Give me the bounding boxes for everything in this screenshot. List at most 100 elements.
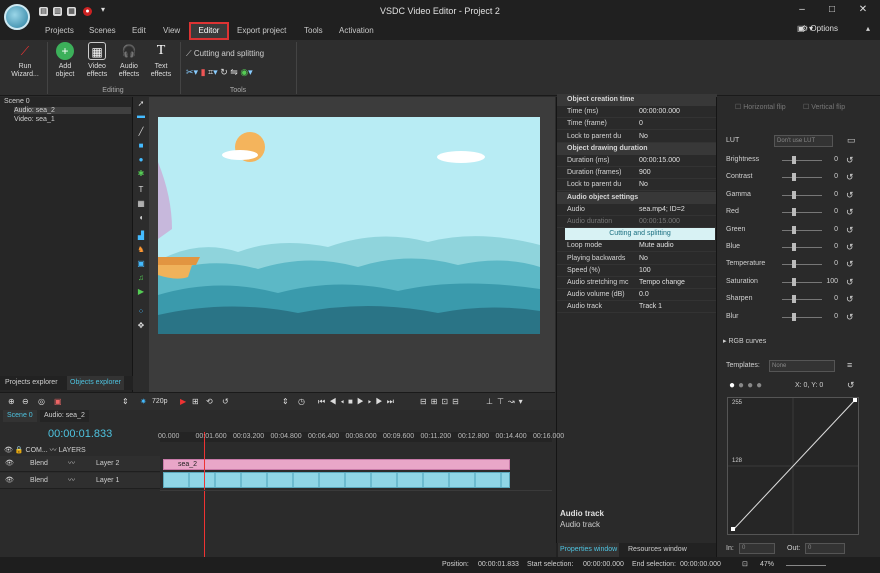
audio-icon[interactable]: ♫	[136, 273, 146, 283]
maximize-icon[interactable]: □	[825, 4, 839, 16]
adjustment-slider[interactable]	[782, 264, 822, 266]
go-start-icon[interactable]: ⏮	[318, 397, 329, 406]
menu-view[interactable]: View	[157, 22, 186, 40]
zoom-slider[interactable]	[786, 565, 826, 566]
cutting-splitting-property-button[interactable]: Cutting and splitting	[565, 228, 715, 241]
reset-icon[interactable]: ↺	[846, 206, 854, 218]
slider-knob[interactable]	[792, 208, 796, 217]
property-row[interactable]: Duration (frames) 900	[557, 167, 717, 180]
speech-bubble-icon[interactable]: ◖	[136, 213, 146, 223]
text-effects-button[interactable]: T Text effects	[146, 42, 176, 79]
visibility-icon[interactable]: 👁	[5, 456, 14, 472]
split-track-icon[interactable]: ⊤	[497, 397, 508, 406]
close-icon[interactable]: ✕	[856, 4, 870, 16]
visibility-icon[interactable]: 👁	[5, 473, 14, 489]
next-frame-icon[interactable]: ▸	[368, 397, 376, 406]
tab-resources-window[interactable]: Resources window	[628, 543, 687, 557]
channel-blue-icon[interactable]: ●	[756, 380, 765, 391]
property-row[interactable]: Time (ms) 00:00:00.000	[557, 106, 717, 119]
adjustment-value[interactable]: 0	[824, 224, 838, 236]
lut-select[interactable]: Don't use LUT	[774, 135, 833, 147]
slider-knob[interactable]	[792, 173, 796, 182]
line-icon[interactable]: ╱	[136, 127, 146, 137]
property-value[interactable]: Tempo change	[639, 277, 685, 288]
rgb-curves-header[interactable]: ▸ RGB curves	[723, 337, 766, 345]
split-icon[interactable]: ✂	[186, 67, 194, 77]
adjustment-value[interactable]: 0	[824, 189, 838, 201]
adjustment-value[interactable]: 0	[824, 171, 838, 183]
rgb-curve-editor[interactable]: 255 128	[727, 397, 859, 535]
align-icon[interactable]: ⊥	[486, 397, 497, 406]
property-row[interactable]: Lock to parent du No	[557, 179, 717, 192]
adjustment-slider[interactable]	[782, 212, 822, 214]
blend-select[interactable]: Blend	[30, 456, 48, 472]
video-icon[interactable]: ▶	[136, 287, 146, 297]
pointer-icon[interactable]: ➚	[136, 99, 146, 109]
menu-projects[interactable]: Projects	[39, 22, 80, 40]
dropdown-icon[interactable]: ▾	[194, 67, 199, 77]
layer-row-1[interactable]: 👁 Blend 〰 Layer 1	[0, 473, 160, 489]
preview-canvas[interactable]	[158, 117, 540, 334]
dropdown-icon[interactable]: ▾	[248, 67, 253, 77]
adjustment-slider[interactable]	[782, 316, 822, 318]
tree-item-video[interactable]: Video: sea_1	[14, 116, 55, 123]
property-value[interactable]: 00:00:00.000	[639, 106, 680, 117]
tab-projects-explorer[interactable]: Projects explorer	[2, 376, 61, 390]
sprite-icon[interactable]: ♞	[136, 245, 146, 255]
adjustment-value[interactable]: 0	[824, 206, 838, 218]
speed-icon[interactable]: ◉	[240, 67, 248, 77]
menu-editor[interactable]: Editor	[189, 22, 229, 40]
property-row[interactable]: Time (frame) 0	[557, 118, 717, 131]
rectangle-icon[interactable]: ■	[136, 141, 146, 151]
tab-objects-explorer[interactable]: Objects explorer	[67, 376, 124, 390]
property-value[interactable]: 0	[639, 118, 643, 129]
fit-icon[interactable]: ◎	[38, 396, 45, 408]
marker-icon[interactable]: ▮	[201, 67, 206, 77]
reset-icon[interactable]: ↺	[846, 311, 854, 323]
in-input[interactable]: 0	[739, 543, 775, 554]
slider-knob[interactable]	[792, 277, 796, 286]
adjustment-value[interactable]: 0	[824, 258, 838, 270]
reset-icon[interactable]: ↺	[846, 224, 854, 236]
record-small-icon[interactable]: ▶	[180, 396, 186, 408]
reset-icon[interactable]: ↺	[846, 241, 854, 253]
options-button[interactable]: ⚙ Options	[801, 24, 838, 33]
vertical-flip-checkbox[interactable]: ☐ Vertical flip	[803, 103, 845, 111]
ellipse-icon[interactable]: ●	[136, 155, 146, 165]
property-value[interactable]: Mute audio	[639, 240, 674, 251]
play-icon[interactable]: ▶	[357, 397, 368, 406]
list-icon[interactable]: ≡	[847, 360, 852, 370]
clock-icon[interactable]: ◷	[298, 396, 305, 408]
slider-knob[interactable]	[792, 225, 796, 234]
dropdown-icon[interactable]: ▾	[213, 67, 218, 77]
stop-icon[interactable]: ■	[348, 397, 357, 406]
channel-red-icon[interactable]: ●	[738, 380, 747, 391]
slider-knob[interactable]	[792, 312, 796, 321]
property-value[interactable]: No	[639, 253, 648, 264]
property-row[interactable]: Audio duration 00:00:15.000	[557, 216, 717, 228]
step-back-icon[interactable]: ◀	[329, 397, 340, 406]
audio-wave-icon[interactable]: 〰	[68, 473, 75, 489]
gear-small-icon[interactable]: ✷	[140, 396, 147, 408]
property-row[interactable]: Playing backwards No	[557, 253, 717, 265]
add-object-button[interactable]: + Add object	[50, 42, 80, 79]
run-wizard-button[interactable]: ⟋ Run Wizard...	[6, 42, 44, 79]
edit-controls[interactable]: ⊥⊤↝▾	[486, 396, 527, 408]
property-value[interactable]: 900	[639, 167, 651, 178]
channel-green-icon[interactable]: ●	[747, 380, 756, 391]
text-tool-icon[interactable]: T	[136, 185, 146, 195]
audio-wave-icon[interactable]: 〰	[68, 456, 75, 472]
templates-select[interactable]: None	[769, 360, 835, 372]
curve-icon[interactable]: ↝	[508, 397, 519, 406]
reset-icon[interactable]: ↺	[846, 171, 854, 183]
adjustment-slider[interactable]	[782, 247, 822, 248]
timeline-tab-scene[interactable]: Scene 0	[3, 410, 37, 422]
property-row[interactable]: Duration (ms) 00:00:15.000	[557, 155, 717, 167]
adjustment-slider[interactable]	[782, 177, 822, 179]
image-icon[interactable]: ▬	[136, 111, 146, 121]
reset-icon[interactable]: ↺	[846, 258, 854, 270]
adjustment-value[interactable]: 0	[824, 241, 838, 253]
property-value[interactable]: 0.0	[639, 289, 649, 300]
property-value[interactable]: Track 1	[639, 301, 662, 312]
tree-item-scene[interactable]: Scene 0	[4, 98, 30, 105]
